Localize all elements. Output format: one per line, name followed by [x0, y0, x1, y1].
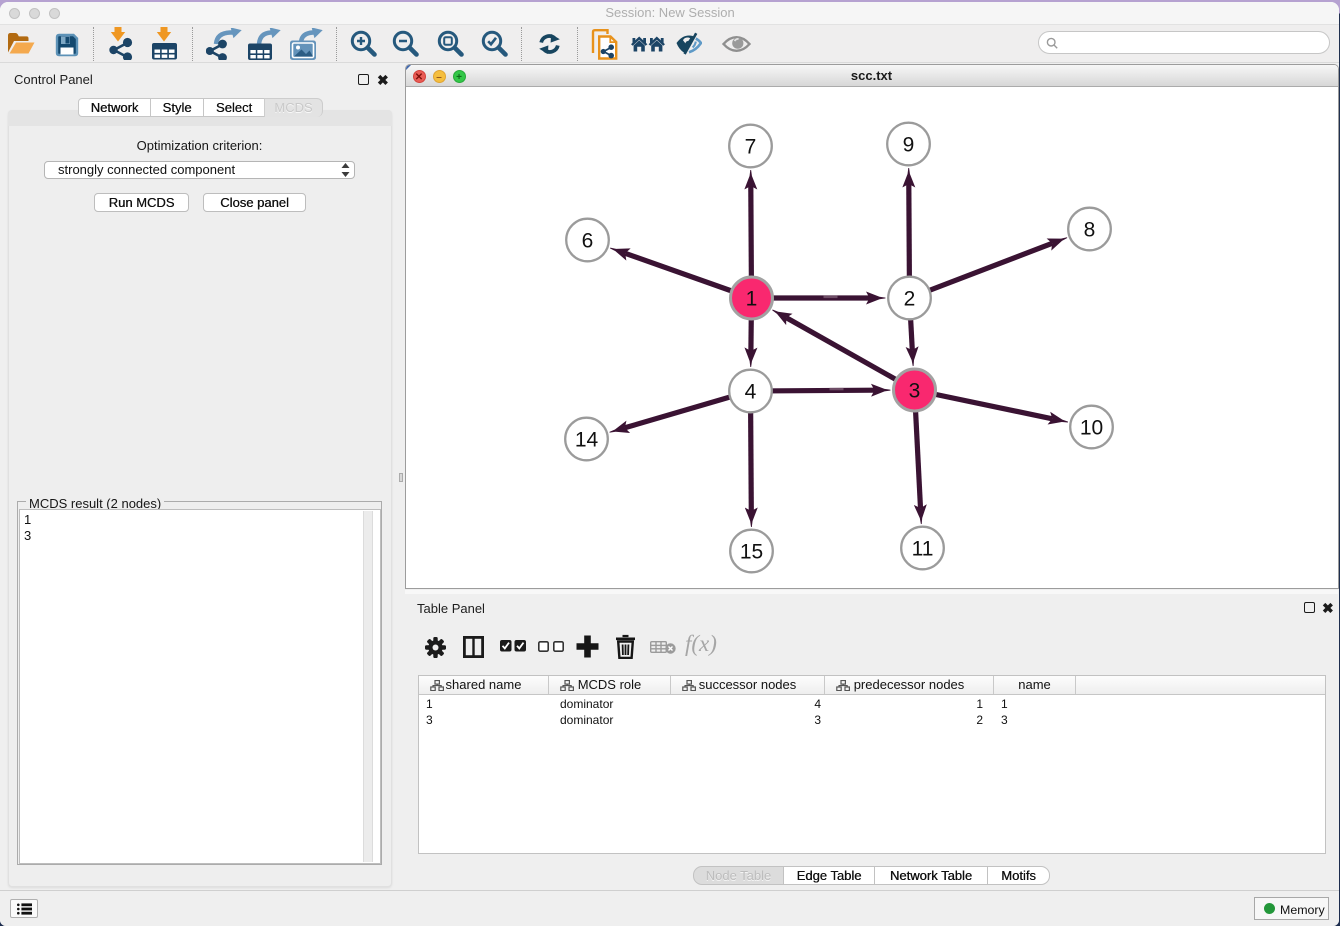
svg-text:15: 15 [739, 541, 762, 564]
svg-text:8: 8 [1083, 219, 1095, 242]
svg-text:3: 3 [908, 380, 920, 403]
svg-text:9: 9 [902, 134, 914, 157]
svg-text:1: 1 [745, 288, 757, 311]
svg-text:11: 11 [911, 538, 933, 561]
svg-text:6: 6 [581, 230, 593, 253]
svg-text:10: 10 [1079, 417, 1102, 440]
svg-text:14: 14 [574, 429, 598, 452]
svg-text:4: 4 [744, 381, 756, 404]
svg-text:2: 2 [903, 288, 915, 311]
svg-text:7: 7 [744, 136, 756, 159]
